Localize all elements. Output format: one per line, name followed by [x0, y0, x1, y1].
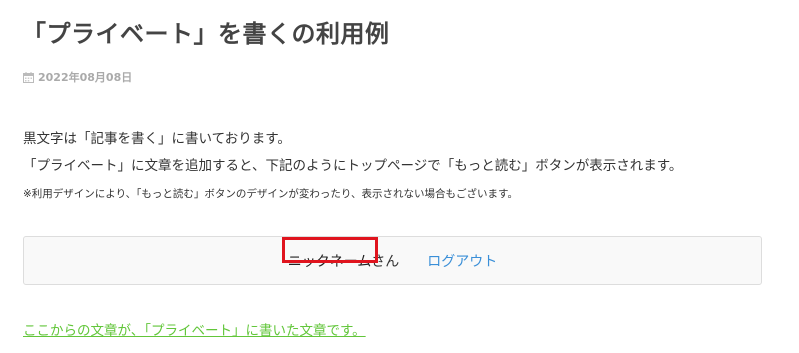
member-status-row: ニックネーム さん ログアウト	[24, 236, 761, 284]
page-title: 「プライベート」を書くの利用例	[22, 20, 390, 48]
design-note: ※利用デザインにより、「もっと読む」ボタンのデザインが変わったり、表示されない場…	[23, 188, 518, 200]
nickname-group: ニックネーム	[281, 236, 378, 271]
body-line-2: 「プライベート」に文章を追加すると、下記のようにトップページで「もっと読む」ボタ…	[23, 158, 683, 174]
post-date-text: 2022年08月08日	[38, 71, 133, 84]
member-status-box: ニックネーム さん ログアウト	[23, 236, 762, 285]
nickname-text: ニックネーム	[287, 253, 372, 270]
body-line-1: 黒文字は「記事を書く」に書いております。	[23, 131, 291, 147]
post-date: 2022年08月08日	[23, 69, 132, 85]
honorific-text: さん	[371, 253, 400, 270]
logout-link[interactable]: ログアウト	[427, 251, 497, 271]
calendar-icon	[23, 71, 34, 83]
page: 「プライベート」を書くの利用例 2022年08月08日 黒文字は「記事を書く」に…	[0, 0, 799, 353]
private-section-link[interactable]: ここからの文章が、「プライベート」に書いた文章です。	[23, 319, 366, 339]
